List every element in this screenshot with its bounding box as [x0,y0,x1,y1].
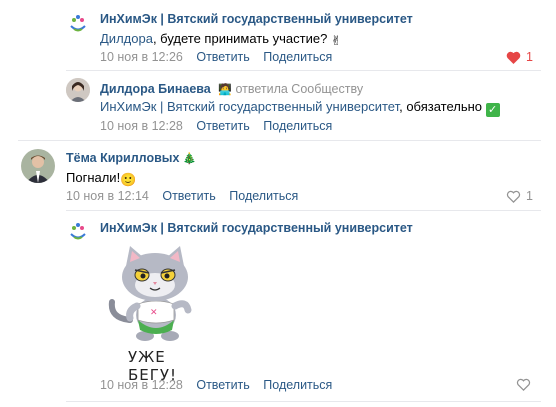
mention-link[interactable]: Дилдора [100,31,153,46]
comment-text: Погнали!🙂 [66,170,137,187]
comment-author: Тёма Кирилловых 🎄 [66,151,197,165]
check-mark-icon: ✓ [485,103,500,117]
like-count: 1 [526,50,533,64]
share-button[interactable]: Поделиться [229,189,298,203]
timestamp[interactable]: 10 ноя в 12:28 [100,378,183,392]
community-avatar[interactable] [66,11,90,35]
timestamp[interactable]: 10 ноя в 12:28 [100,119,183,133]
heart-outline-icon [506,190,521,203]
comment-author: Дилдора Бинаева 🧑‍💻 ответила Сообществу [100,82,364,96]
reply-button[interactable]: Ответить [196,378,249,392]
comment-meta: 10 ноя в 12:26 Ответить Поделиться [100,50,332,64]
comment-text: Дилдора, будете принимать участие? ✌ [100,31,342,48]
comment-author[interactable]: ИнХимЭк | Вятский государственный универ… [100,221,413,235]
reply-arrow-icon: 🧑‍💻 [218,84,232,96]
user-avatar[interactable] [66,78,90,102]
like-button[interactable]: 1 [506,50,533,64]
sticker-image[interactable]: ✕ УЖЕ БЕГУ! [100,240,210,384]
comment-meta: 10 ноя в 12:28 Ответить Поделиться [100,119,332,133]
like-button[interactable]: 1 [506,189,533,203]
svg-text:✕: ✕ [150,308,158,318]
victory-hand-emoji-icon: ✌ [330,33,342,48]
heart-outline-icon [516,378,531,391]
comment-author[interactable]: ИнХимЭк | Вятский государственный универ… [100,12,413,26]
badge-icon: 🎄 [182,153,197,165]
heart-filled-icon [506,51,521,64]
timestamp[interactable]: 10 ноя в 12:14 [66,189,149,203]
divider [66,401,541,402]
comment-text: ИнХимЭк | Вятский государственный универ… [100,99,500,117]
reply-button[interactable]: Ответить [196,50,249,64]
running-cat-sticker-icon: ✕ [108,246,192,341]
timestamp[interactable]: 10 ноя в 12:26 [100,50,183,64]
reply-badge[interactable]: ответила Сообществу [235,82,363,96]
mention-link[interactable]: ИнХимЭк | Вятский государственный универ… [100,99,399,114]
share-button[interactable]: Поделиться [263,378,332,392]
like-count: 1 [526,189,533,203]
user-avatar[interactable] [21,149,55,183]
comment-meta: 10 ноя в 12:14 Ответить Поделиться [66,189,298,203]
divider [66,70,541,71]
slightly-smiling-face-icon: 🙂 [120,172,137,187]
reply-button[interactable]: Ответить [162,189,215,203]
divider [18,140,541,141]
like-button[interactable] [516,378,531,391]
divider [66,210,541,211]
comment-meta: 10 ноя в 12:28 Ответить Поделиться [100,378,332,392]
share-button[interactable]: Поделиться [263,119,332,133]
share-button[interactable]: Поделиться [263,50,332,64]
community-avatar[interactable] [66,219,90,243]
reply-button[interactable]: Ответить [196,119,249,133]
